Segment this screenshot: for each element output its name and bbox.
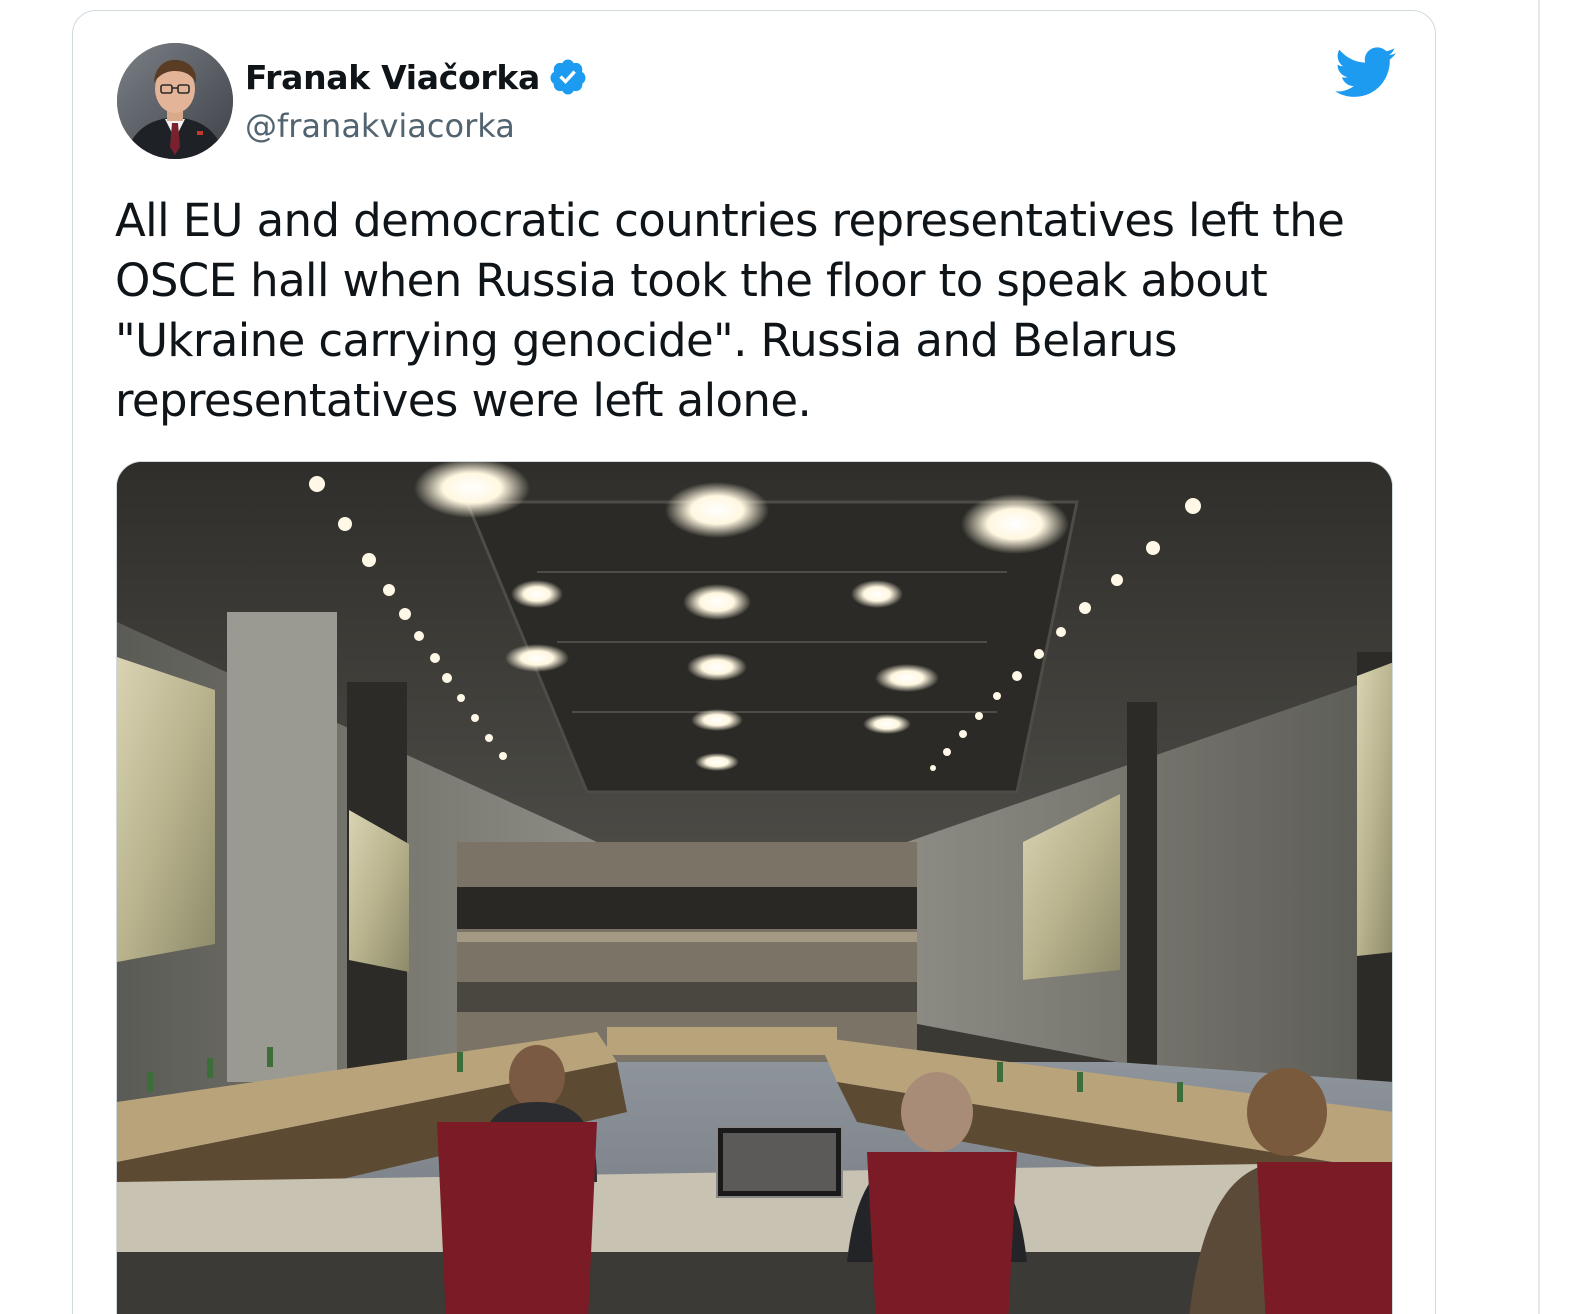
author-handle[interactable]: @franakviacorka xyxy=(245,107,515,145)
tweet-photo[interactable] xyxy=(116,461,1393,1314)
twitter-bird-icon[interactable] xyxy=(1335,47,1397,99)
avatar[interactable] xyxy=(117,43,233,159)
avatar-photo-icon xyxy=(117,43,233,159)
author-name-row[interactable]: Franak Viačorka xyxy=(245,55,588,99)
page: Franak Viačorka @franakviacorka All EU a… xyxy=(0,0,1580,1314)
author-display-name[interactable]: Franak Viačorka xyxy=(245,58,540,97)
tweet-text: All EU and democratic countries represen… xyxy=(115,194,1345,427)
verified-badge-icon xyxy=(548,57,588,97)
tweet-card[interactable]: Franak Viačorka @franakviacorka All EU a… xyxy=(72,10,1436,1314)
right-divider xyxy=(1538,0,1540,1314)
conference-hall-photo xyxy=(117,462,1392,1314)
